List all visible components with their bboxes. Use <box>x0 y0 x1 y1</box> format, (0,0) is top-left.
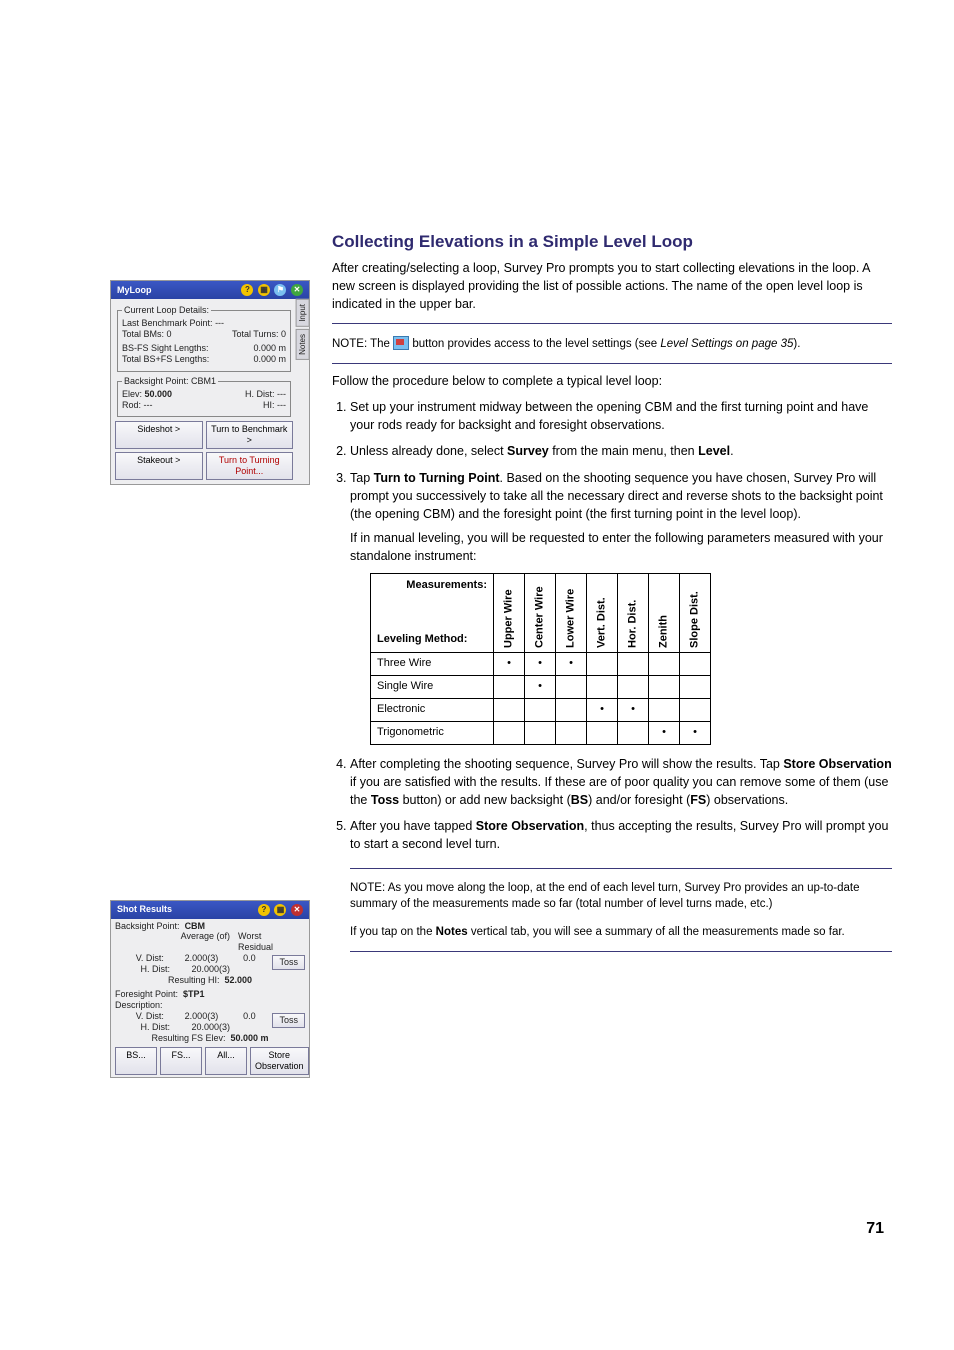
col-header: Zenith <box>649 574 680 653</box>
table-corner: Measurements: Leveling Method: <box>371 574 494 653</box>
help-icon[interactable]: ? <box>258 904 270 916</box>
table-row: Three Wire • • • <box>371 653 711 676</box>
hdist2-value: 20.000(3) <box>178 1022 230 1033</box>
table-row: Electronic • • <box>371 699 711 722</box>
bsfs-value: 0.000 m <box>253 343 286 354</box>
settings-icon[interactable]: ⚑ <box>274 284 286 296</box>
bsfs-label: BS-FS Sight Lengths: <box>122 343 209 354</box>
note-2a: NOTE: As you move along the loop, at the… <box>350 880 892 912</box>
elev-label: Elev: <box>122 389 142 399</box>
last-bm-value: --- <box>215 318 224 328</box>
hdist-label: H. Dist: <box>245 389 275 399</box>
total-bms-label: Total BMs: <box>122 329 164 339</box>
description-label: Description: <box>115 1000 163 1010</box>
section-heading: Collecting Elevations in a Simple Level … <box>332 230 892 255</box>
col-header: Center Wire <box>525 574 556 653</box>
rod-label: Rod: <box>122 400 141 410</box>
table-row: Single Wire • <box>371 676 711 699</box>
group-legend: Current Loop Details: <box>122 305 211 316</box>
step-4: After completing the shooting sequence, … <box>350 755 892 809</box>
step-5: After you have tapped Store Observation,… <box>350 817 892 952</box>
vdist-label: V. Dist: <box>115 1011 164 1022</box>
col-header: Upper Wire <box>494 574 525 653</box>
hi-value: --- <box>277 400 286 410</box>
page-number: 71 <box>866 1217 884 1240</box>
divider <box>350 951 892 952</box>
measurements-table: Measurements: Leveling Method: Upper Wir… <box>370 573 711 745</box>
map-icon[interactable]: ▦ <box>274 904 286 916</box>
hdist-value: --- <box>277 389 286 399</box>
bs-point-label: Backsight Point: <box>115 921 180 931</box>
fs-button[interactable]: FS... <box>160 1047 202 1075</box>
col-header: Hor. Dist. <box>618 574 649 653</box>
current-loop-details-group: Current Loop Details: Last Benchmark Poi… <box>117 305 291 372</box>
close-icon[interactable]: ✕ <box>291 284 303 296</box>
step-3: Tap Turn to Turning Point. Based on the … <box>350 469 892 745</box>
residual-header: Worst Residual <box>238 931 290 953</box>
all-button[interactable]: All... <box>205 1047 247 1075</box>
notes-tab[interactable]: Notes <box>296 329 310 360</box>
store-observation-button[interactable]: Store Observation <box>250 1047 309 1075</box>
hdist-label: H. Dist: <box>115 1022 170 1033</box>
input-tab[interactable]: Input <box>296 299 310 327</box>
resulting-hi-label: Resulting HI: <box>168 975 220 985</box>
fs-point-label: Foresight Point: <box>115 989 178 999</box>
total-bms-value: 0 <box>167 329 172 339</box>
close-icon[interactable]: ✕ <box>291 904 303 916</box>
divider <box>332 363 892 364</box>
hdist-value: 20.000(3) <box>178 964 230 975</box>
divider <box>350 868 892 869</box>
bsfs2-value: 0.000 m <box>253 354 286 365</box>
intro-paragraph: After creating/selecting a loop, Survey … <box>332 259 892 313</box>
total-turns-label: Total Turns: <box>232 329 279 339</box>
hi-label: HI: <box>263 400 275 410</box>
window-title: Shot Results <box>117 904 172 915</box>
note-2b: If you tap on the Notes vertical tab, yo… <box>350 924 892 940</box>
col-header: Lower Wire <box>556 574 587 653</box>
hdist-label: H. Dist: <box>115 964 170 975</box>
myloop-screenshot: MyLoop ? ▦ ⚑ ✕ Input Notes Current Loop … <box>110 280 310 485</box>
fs-point-value: $TP1 <box>183 989 205 999</box>
table-row: Trigonometric • • <box>371 722 711 745</box>
help-icon[interactable]: ? <box>241 284 253 296</box>
steps-list: Set up your instrument midway between th… <box>332 398 892 952</box>
stakeout-button[interactable]: Stakeout > <box>115 452 203 480</box>
group-legend: Backsight Point: CBM1 <box>122 376 218 387</box>
col-header: Vert. Dist. <box>587 574 618 653</box>
elev-value: 50.000 <box>145 389 173 399</box>
note-1: NOTE: The button provides access to the … <box>332 336 892 352</box>
vdist-label: V. Dist: <box>115 953 164 964</box>
vdist-value: 2.000(3) <box>172 953 218 964</box>
step-2: Unless already done, select Survey from … <box>350 442 892 460</box>
last-bm-label: Last Benchmark Point: <box>122 318 213 328</box>
resulting-fs-label: Resulting FS Elev: <box>151 1033 225 1043</box>
vdist2-residual: 0.0 <box>226 1011 272 1022</box>
step-1: Set up your instrument midway between th… <box>350 398 892 434</box>
map-icon[interactable]: ▦ <box>258 284 270 296</box>
total-turns-value: 0 <box>281 329 286 339</box>
vdist-residual: 0.0 <box>226 953 272 964</box>
shot-results-screenshot: Shot Results ? ▦ ✕ Backsight Point: CBM … <box>110 900 310 1078</box>
average-header: Average (of) <box>178 931 230 953</box>
resulting-hi-value: 52.000 <box>225 975 253 985</box>
bsfs2-label: Total BS+FS Lengths: <box>122 354 209 365</box>
rod-value: --- <box>144 400 153 410</box>
backsight-point-group: Backsight Point: CBM1 Elev: 50.000 H. Di… <box>117 376 291 417</box>
col-header: Slope Dist. <box>680 574 711 653</box>
vdist2-value: 2.000(3) <box>172 1011 218 1022</box>
turn-to-turning-point-button[interactable]: Turn to Turning Point... <box>206 452 294 480</box>
window-title: MyLoop <box>117 285 152 296</box>
turn-to-benchmark-button[interactable]: Turn to Benchmark > <box>206 421 294 449</box>
level-settings-icon <box>393 336 409 350</box>
resulting-fs-value: 50.000 m <box>231 1033 269 1043</box>
bs-point-value: CBM <box>185 921 206 931</box>
toss-button[interactable]: Toss <box>272 955 305 970</box>
divider <box>332 323 892 324</box>
bs-button[interactable]: BS... <box>115 1047 157 1075</box>
sideshot-button[interactable]: Sideshot > <box>115 421 203 449</box>
step-3-sub: If in manual leveling, you will be reque… <box>350 529 892 565</box>
toss-button[interactable]: Toss <box>272 1013 305 1028</box>
follow-paragraph: Follow the procedure below to complete a… <box>332 372 892 390</box>
